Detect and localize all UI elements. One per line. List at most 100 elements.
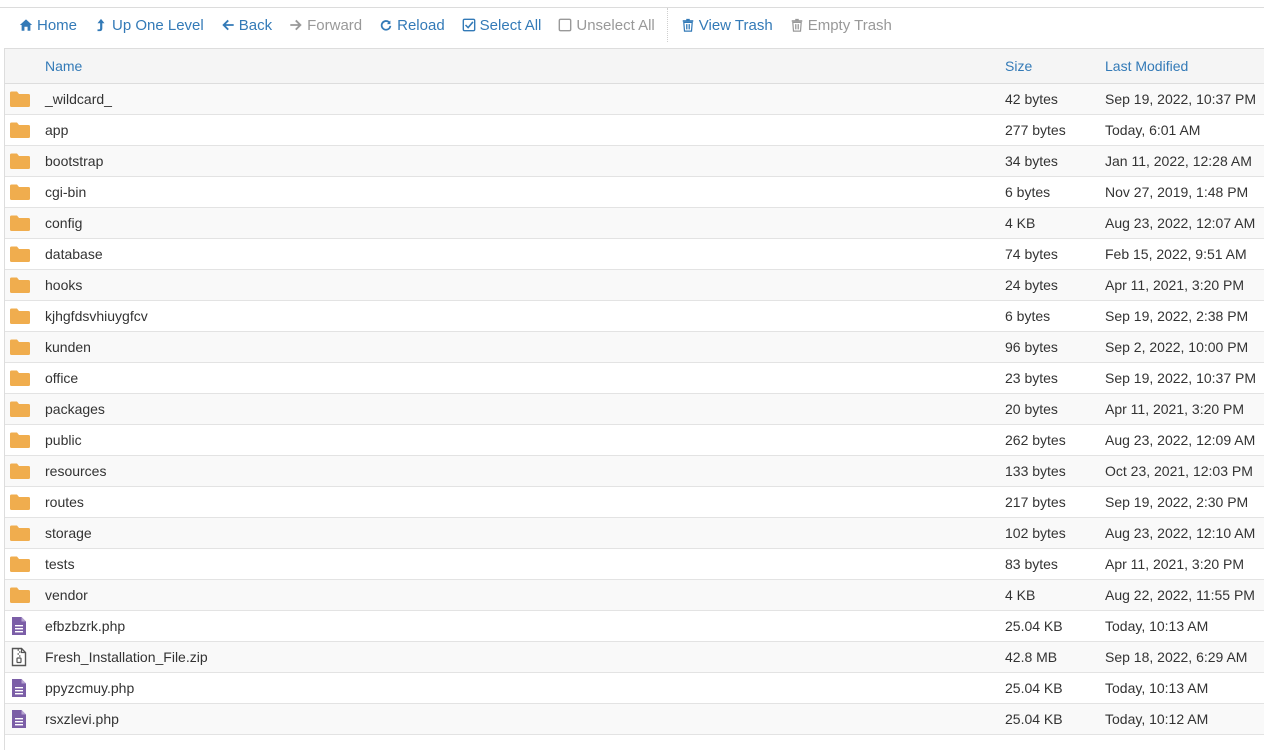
unselect-all-button[interactable]: Unselect All [549, 8, 662, 42]
file-name[interactable]: app [45, 122, 1005, 138]
file-size: 262 bytes [1005, 432, 1066, 448]
select-all-button[interactable]: Select All [453, 8, 550, 42]
view-trash-label: View Trash [698, 16, 773, 34]
level-up-icon [93, 17, 109, 33]
file-last-modified: Aug 23, 2022, 12:10 AM [1105, 525, 1256, 541]
table-row[interactable]: resources 133 bytes Oct 23, 2021, 12:03 PM [5, 456, 1264, 487]
file-name[interactable]: _wildcard_ [45, 91, 1005, 107]
arrow-right-icon [288, 17, 304, 33]
file-size: 217 bytes [1005, 494, 1066, 510]
file-name[interactable]: ppyzcmuy.php [45, 680, 1005, 696]
name-column-header[interactable]: Name [45, 58, 1005, 74]
table-header: Name Size Last Modified [5, 49, 1264, 84]
file-name[interactable]: config [45, 215, 1005, 231]
file-last-modified: Today, 10:13 AM [1105, 618, 1209, 634]
file-last-modified: Nov 27, 2019, 1:48 PM [1105, 184, 1249, 200]
file-name[interactable]: efbzbzrk.php [45, 618, 1005, 634]
file-name[interactable]: database [45, 246, 1005, 262]
file-name[interactable]: kunden [45, 339, 1005, 355]
back-label: Back [238, 16, 273, 34]
file-size: 25.04 KB [1005, 711, 1063, 727]
folder-icon [5, 121, 45, 139]
back-button[interactable]: Back [212, 8, 280, 42]
zip-file-icon [5, 647, 45, 667]
view-trash-button[interactable]: View Trash [672, 8, 781, 42]
table-row[interactable]: kunden 96 bytes Sep 2, 2022, 10:00 PM [5, 332, 1264, 363]
toolbar-separator [666, 8, 668, 42]
table-row[interactable]: ppyzcmuy.php 25.04 KB Today, 10:13 AM [5, 673, 1264, 704]
table-row[interactable]: app 277 bytes Today, 6:01 AM [5, 115, 1264, 146]
file-size: 25.04 KB [1005, 618, 1063, 634]
table-row[interactable]: storage 102 bytes Aug 23, 2022, 12:10 AM [5, 518, 1264, 549]
file-size: 102 bytes [1005, 525, 1066, 541]
folder-icon [5, 369, 45, 387]
table-row[interactable]: efbzbzrk.php 25.04 KB Today, 10:13 AM [5, 611, 1264, 642]
file-last-modified: Sep 19, 2022, 10:37 PM [1105, 91, 1256, 107]
file-last-modified: Aug 23, 2022, 12:09 AM [1105, 432, 1256, 448]
size-column-header[interactable]: Size [1005, 58, 1105, 74]
file-name[interactable]: Fresh_Installation_File.zip [45, 649, 1005, 665]
file-last-modified: Sep 19, 2022, 2:30 PM [1105, 494, 1249, 510]
table-row[interactable]: tests 83 bytes Apr 11, 2021, 3:20 PM [5, 549, 1264, 580]
folder-icon [5, 400, 45, 418]
reload-button[interactable]: Reload [370, 8, 453, 42]
table-row[interactable]: cgi-bin 6 bytes Nov 27, 2019, 1:48 PM [5, 177, 1264, 208]
file-name[interactable]: tests [45, 556, 1005, 572]
file-name[interactable]: resources [45, 463, 1005, 479]
file-name[interactable]: hooks [45, 277, 1005, 293]
select-all-label: Select All [479, 16, 542, 34]
file-name[interactable]: rsxzlevi.php [45, 711, 1005, 727]
table-row[interactable]: kjhgfdsvhiuygfcv 6 bytes Sep 19, 2022, 2:3… [5, 301, 1264, 332]
trash-icon [680, 17, 696, 33]
file-last-modified: Today, 10:13 AM [1105, 680, 1209, 696]
table-row[interactable]: hooks 24 bytes Apr 11, 2021, 3:20 PM [5, 270, 1264, 301]
table-row[interactable]: routes 217 bytes Sep 19, 2022, 2:30 PM [5, 487, 1264, 518]
file-size: 83 bytes [1005, 556, 1058, 572]
empty-trash-label: Empty Trash [807, 16, 892, 34]
file-last-modified: Aug 23, 2022, 12:07 AM [1105, 215, 1256, 231]
file-last-modified: Feb 15, 2022, 9:51 AM [1105, 246, 1247, 262]
php-file-icon [5, 678, 45, 698]
file-name[interactable]: storage [45, 525, 1005, 541]
table-row[interactable]: packages 20 bytes Apr 11, 2021, 3:20 PM [5, 394, 1264, 425]
table-row[interactable]: office 23 bytes Sep 19, 2022, 10:37 PM [5, 363, 1264, 394]
file-last-modified: Today, 10:12 AM [1105, 711, 1209, 727]
file-name[interactable]: vendor [45, 587, 1005, 603]
folder-icon [5, 307, 45, 325]
file-name[interactable]: bootstrap [45, 153, 1005, 169]
top-border [0, 0, 1264, 8]
file-size: 23 bytes [1005, 370, 1058, 386]
file-last-modified: Jan 11, 2022, 12:28 AM [1105, 153, 1252, 169]
forward-button[interactable]: Forward [280, 8, 370, 42]
file-name[interactable]: cgi-bin [45, 184, 1005, 200]
table-row[interactable]: config 4 KB Aug 23, 2022, 12:07 AM [5, 208, 1264, 239]
file-last-modified: Aug 22, 2022, 11:55 PM [1105, 587, 1255, 603]
table-row[interactable]: bootstrap 34 bytes Jan 11, 2022, 12:28 AM [5, 146, 1264, 177]
table-row[interactable]: Fresh_Installation_File.zip 42.8 MB Sep 18… [5, 642, 1264, 673]
table-row[interactable]: rsxzlevi.php 25.04 KB Today, 10:12 AM [5, 704, 1264, 735]
unselect-all-label: Unselect All [576, 16, 655, 34]
folder-icon [5, 586, 45, 604]
empty-trash-button[interactable]: Empty Trash [781, 8, 900, 42]
folder-icon [5, 152, 45, 170]
file-name[interactable]: routes [45, 494, 1005, 510]
home-label: Home [37, 16, 78, 34]
file-size: 42 bytes [1005, 91, 1058, 107]
last-modified-column-header[interactable]: Last Modified [1105, 58, 1264, 74]
file-size: 6 bytes [1005, 184, 1051, 200]
table-row[interactable]: public 262 bytes Aug 23, 2022, 12:09 AM [5, 425, 1264, 456]
file-name[interactable]: kjhgfdsvhiuygfcv [45, 308, 1005, 324]
file-name[interactable]: public [45, 432, 1005, 448]
file-size: 133 bytes [1005, 463, 1066, 479]
table-row[interactable]: database 74 bytes Feb 15, 2022, 9:51 AM [5, 239, 1264, 270]
table-row[interactable]: _wildcard_ 42 bytes Sep 19, 2022, 10:37 PM [5, 84, 1264, 115]
file-size: 25.04 KB [1005, 680, 1063, 696]
file-last-modified: Apr 11, 2021, 3:20 PM [1105, 277, 1245, 293]
home-button[interactable]: Home [10, 8, 85, 42]
up-one-level-button[interactable]: Up One Level [85, 8, 212, 42]
file-name[interactable]: packages [45, 401, 1005, 417]
file-name[interactable]: office [45, 370, 1005, 386]
file-size: 74 bytes [1005, 246, 1058, 262]
table-row[interactable]: vendor 4 KB Aug 22, 2022, 11:55 PM [5, 580, 1264, 611]
folder-icon [5, 183, 45, 201]
